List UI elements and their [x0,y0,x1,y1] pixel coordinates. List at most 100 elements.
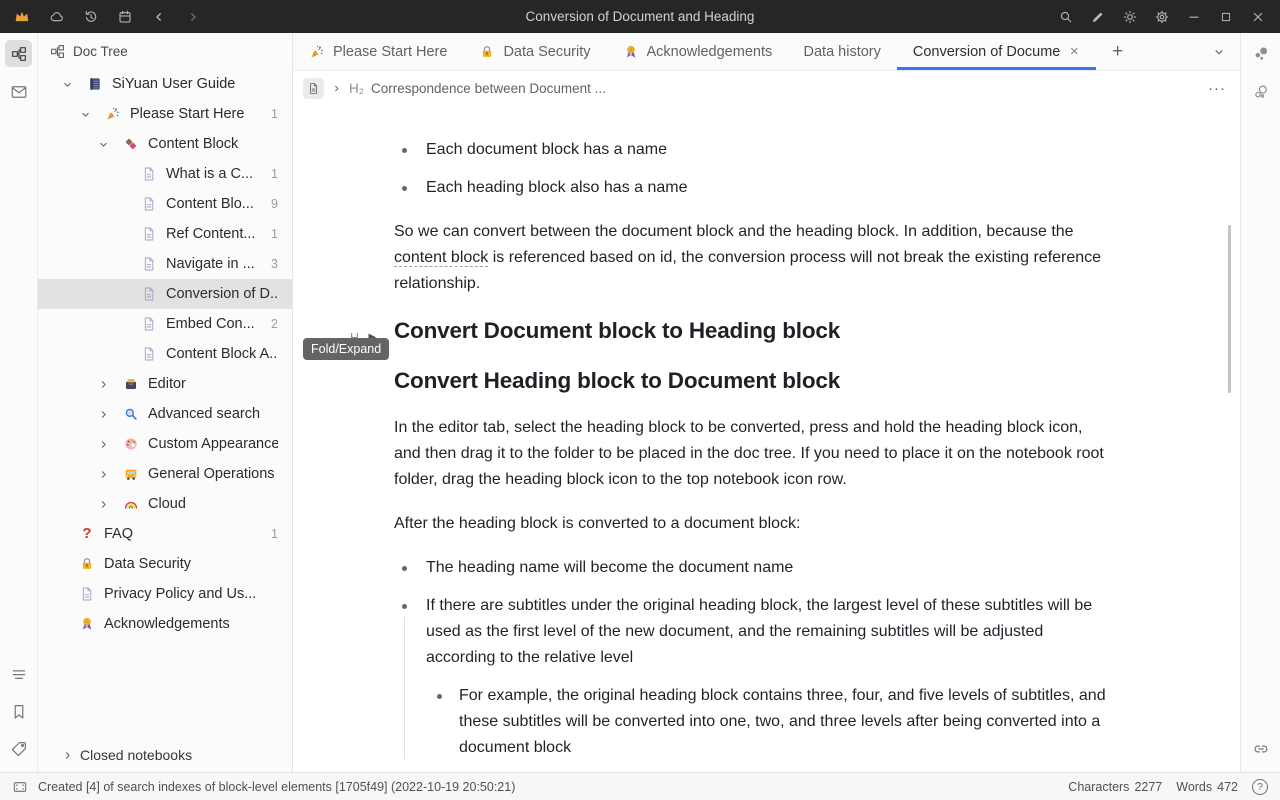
maximize-icon[interactable] [1218,9,1234,25]
document-icon [141,316,157,332]
back-icon[interactable] [151,9,167,25]
daily-note-icon[interactable] [117,9,133,25]
fold-expand-tooltip: Fold/Expand [303,338,389,360]
tree-item-acknowledgements[interactable]: Acknowledgements [38,609,292,639]
tree-item-advanced-search[interactable]: Advanced search [38,399,292,429]
tree-item-doc[interactable]: Embed Con... 2 [38,309,292,339]
party-popper-icon [105,106,121,122]
graph-view-icon[interactable] [1247,40,1274,67]
tree-item-notebook[interactable]: SiYuan User Guide [38,69,292,99]
global-graph-icon[interactable] [1247,78,1274,105]
data-history-icon[interactable] [83,9,99,25]
tree-item-cloud[interactable]: Cloud [38,489,292,519]
help-icon[interactable]: ? [1252,779,1268,795]
closed-notebooks-toggle[interactable]: Closed notebooks [38,738,292,772]
search-icon[interactable] [1058,9,1074,25]
tab-list-chevron-icon[interactable] [1198,33,1240,70]
tab-data-history[interactable]: Data history [788,33,897,70]
question-mark-icon: ? [79,526,95,542]
minimize-icon[interactable] [1186,9,1202,25]
tab-please-start-here[interactable]: Please Start Here [293,33,463,70]
breadcrumb-doc-icon[interactable] [303,78,324,99]
party-popper-icon [309,44,325,60]
bullet-list: The heading name will become the documen… [394,555,1110,761]
list-item[interactable]: The heading name will become the documen… [394,555,1110,581]
dock-window-icon[interactable] [12,779,28,795]
tree-item-faq[interactable]: ? FAQ 1 [38,519,292,549]
tree-item-doc[interactable]: Ref Content... 1 [38,219,292,249]
outline-icon[interactable] [5,661,32,688]
doc-tree-panel: Doc Tree SiYuan User Guide Please Start … [37,33,293,772]
breadcrumb: H₂ Correspondence between Document ... ·… [293,71,1240,105]
chevron-right-icon[interactable] [97,438,110,451]
tree-item-doc[interactable]: Content Blo... 9 [38,189,292,219]
editor-scrollbar[interactable] [1228,225,1231,393]
tab-close-icon[interactable]: × [1069,43,1080,60]
chevron-right-icon[interactable] [97,498,110,511]
tab-data-security[interactable]: Data Security [463,33,606,70]
forward-icon[interactable] [185,9,201,25]
tree-item-data-security[interactable]: Data Security [38,549,292,579]
left-dock [0,33,37,772]
tree-item-general-operations[interactable]: General Operations [38,459,292,489]
window-title: Conversion of Document and Heading [526,0,755,33]
breadcrumb-heading-tag: H₂ [349,81,364,96]
document-icon [141,286,157,302]
chevron-right-icon[interactable] [97,408,110,421]
list-item[interactable]: For example, the original heading block … [426,683,1110,761]
tree-item-editor[interactable]: Editor [38,369,292,399]
palette-icon [123,436,139,452]
document-icon [141,226,157,242]
tree-item-doc[interactable]: What is a C... 1 [38,159,292,189]
heading-convert-doc-to-heading[interactable]: H₂ ▶ Convert Document block to Heading b… [394,315,1110,347]
tab-conversion-active[interactable]: Conversion of Document and Heading × [897,33,1096,70]
notebook-icon [87,76,103,92]
character-count: Characters 2277 [1068,780,1162,794]
left-dock-bottom [5,661,32,762]
tree-item-privacy-policy[interactable]: Privacy Policy and Us... [38,579,292,609]
doc-tree-dock-icon[interactable] [5,40,32,67]
theme-sun-icon[interactable] [1122,9,1138,25]
tree-item-doc-selected[interactable]: Conversion of D... [38,279,292,309]
backlinks-icon[interactable] [1247,735,1274,762]
tree-item-doc[interactable]: Navigate in ... 3 [38,249,292,279]
inbox-icon[interactable] [5,78,32,105]
paragraph[interactable]: So we can convert between the document b… [394,219,1110,297]
chevron-right-icon[interactable] [97,378,110,391]
medal-icon [79,616,95,632]
close-icon[interactable] [1250,9,1266,25]
paragraph[interactable]: After the heading block is converted to … [394,511,1110,537]
chevron-down-icon[interactable] [97,138,110,151]
chevron-down-icon[interactable] [61,78,74,91]
doc-count: 1 [263,227,278,241]
tab-acknowledgements[interactable]: Acknowledgements [607,33,788,70]
sync-cloud-icon[interactable] [49,9,65,25]
breadcrumb-text[interactable]: Correspondence between Document ... [371,81,606,96]
chevron-down-icon[interactable] [79,108,92,121]
block-ref[interactable]: content block [394,249,488,267]
tag-icon[interactable] [5,735,32,762]
new-tab-button[interactable]: + [1096,33,1140,70]
status-bar: Created [4] of search indexes of block-l… [0,772,1280,800]
workspace-icon[interactable] [13,8,31,26]
heading-convert-heading-to-doc[interactable]: Convert Heading block to Document block [394,365,1110,397]
list-item[interactable]: Each document block has a name [394,137,1110,163]
tree-item-please-start-here[interactable]: Please Start Here 1 [38,99,292,129]
nested-bullet-list: For example, the original heading block … [426,683,1110,761]
edit-pencil-icon[interactable] [1090,9,1106,25]
list-item[interactable]: Each heading block also has a name [394,175,1110,201]
tree-item-content-block[interactable]: Content Block [38,129,292,159]
chevron-right-icon[interactable] [97,468,110,481]
titlebar-right-icons [1058,9,1266,25]
list-item[interactable]: If there are subtitles under the origina… [394,593,1110,761]
doc-tree: SiYuan User Guide Please Start Here 1 Co… [38,69,292,738]
bookmark-icon[interactable] [5,698,32,725]
document-icon [141,196,157,212]
tab-bar: Please Start Here Data Security Acknowle… [293,33,1240,71]
tree-item-doc[interactable]: Content Block A... [38,339,292,369]
more-options-icon[interactable]: ··· [1208,80,1226,97]
settings-gear-icon[interactable] [1154,9,1170,25]
right-dock [1240,33,1280,772]
paragraph[interactable]: In the editor tab, select the heading bl… [394,415,1110,493]
tree-item-custom-appearance[interactable]: Custom Appearance [38,429,292,459]
